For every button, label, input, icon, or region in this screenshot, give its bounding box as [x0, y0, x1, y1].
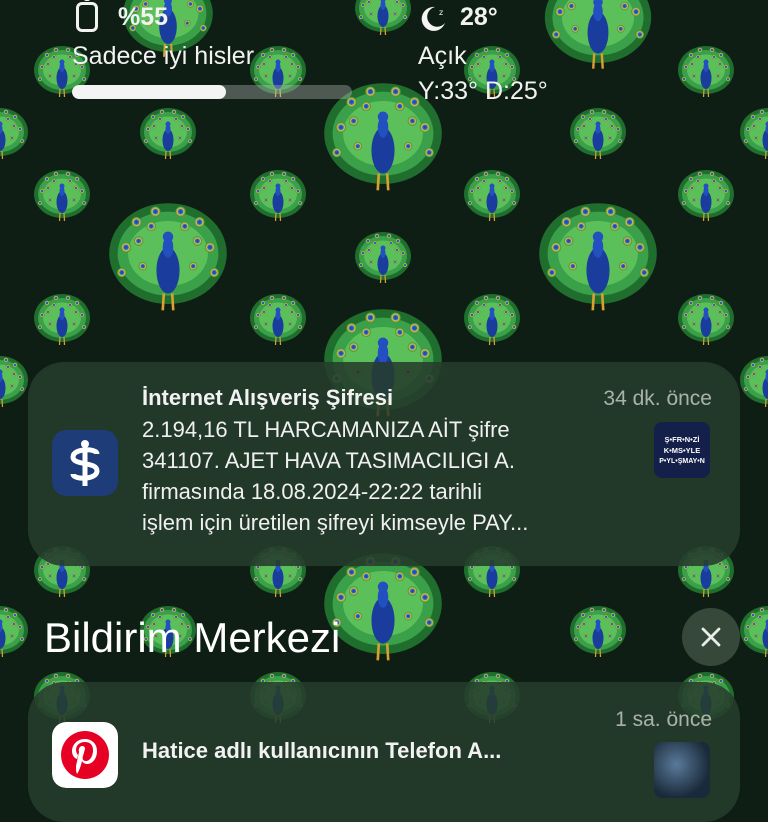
notification-body-line: firmasında 18.08.2024-22:22 tarihli [142, 479, 482, 504]
thumbnail-text: P•YL•ŞMAY•N [659, 457, 705, 465]
moon-icon: z [421, 6, 445, 31]
battery-level-bar [72, 85, 352, 99]
isbank-logo [52, 430, 118, 496]
close-button[interactable] [682, 608, 740, 666]
mood-label: Sadece iyi hisler [72, 42, 255, 70]
battery-icon [76, 0, 98, 32]
notification-card-bank[interactable]: İnternet Alışveriş Şifresi 34 dk. önce 2… [28, 362, 740, 566]
notification-center-title: Bildirim Merkezi [44, 614, 341, 661]
temperature-range: Y:33° D:25° [418, 77, 548, 105]
thumbnail-text: Ş•FR•N•Zİ [664, 434, 700, 444]
svg-text:z: z [439, 8, 443, 17]
pinterest-logo [52, 722, 118, 788]
weather-condition: Açık [418, 42, 467, 70]
close-icon [701, 627, 721, 647]
notification-time: 34 dk. önce [603, 387, 712, 410]
notification-body-line: 341107. AJET HAVA TASIMACILIGI A. [142, 448, 515, 473]
notification-body-line: 2.194,16 TL HARCAMANIZA AİT şifre [142, 417, 510, 442]
notification-body-line: işlem için üretilen şifreyi kimseyle PAY… [142, 510, 529, 535]
weather-widget[interactable]: z 28° Açık Y:33° D:25° [410, 0, 650, 110]
battery-widget[interactable]: %55 Sadece iyi hisler [0, 0, 360, 110]
notification-thumbnail: Ş•FR•N•Zİ K•MS•YLE P•YL•ŞMAY•N [654, 422, 710, 478]
notification-card-pinterest[interactable]: 1 sa. önce Hatice adlı kullanıcının Tele… [28, 682, 740, 822]
battery-level-fill [72, 85, 226, 99]
notification-title: İnternet Alışveriş Şifresi [142, 385, 394, 410]
temperature: 28° [460, 3, 498, 31]
battery-percent: %55 [118, 3, 169, 31]
notification-body: 2.194,16 TL HARCAMANIZA AİT şifre 341107… [142, 414, 528, 538]
notification-thumbnail [654, 742, 710, 798]
notification-title: Hatice adlı kullanıcının Telefon A... [142, 738, 502, 763]
notification-time: 1 sa. önce [615, 708, 712, 731]
thumbnail-text: K•MS•YLE [663, 445, 701, 455]
